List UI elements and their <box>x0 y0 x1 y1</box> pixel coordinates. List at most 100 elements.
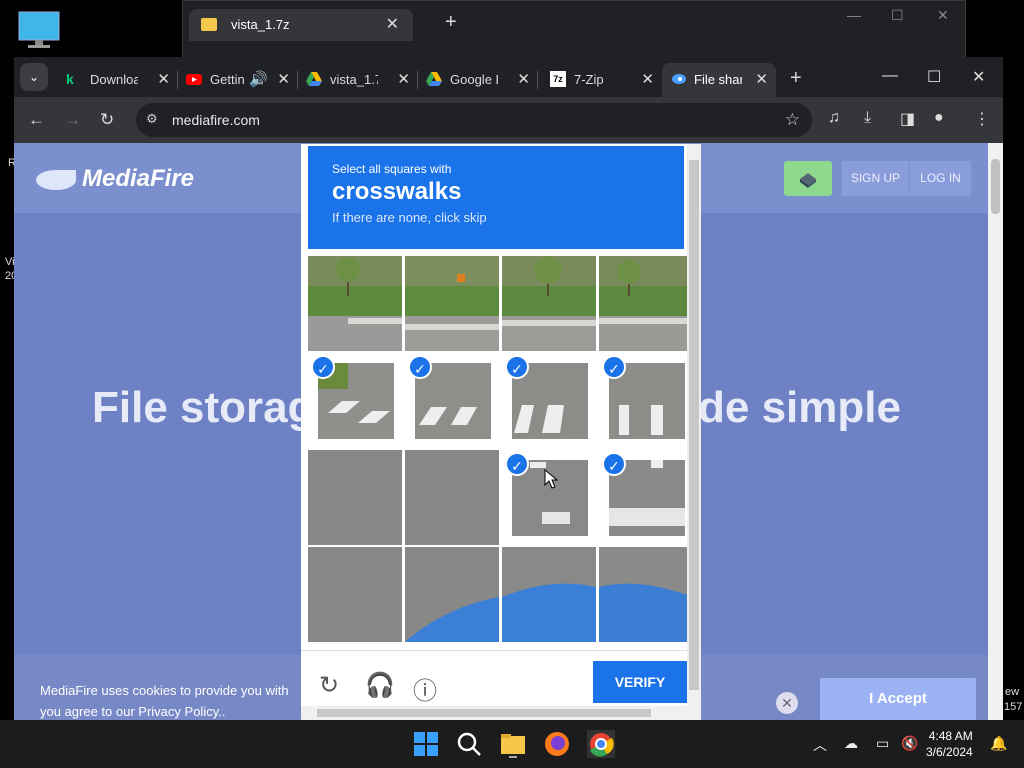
close-icon[interactable]: ✕ <box>277 70 290 88</box>
media-control-icon[interactable]: ♫ <box>828 109 840 127</box>
speaker-icon[interactable]: 🔊 <box>249 70 268 88</box>
upload-button[interactable] <box>784 161 832 196</box>
site-info-icon[interactable]: ⚙ <box>146 111 158 127</box>
new-tab-button[interactable]: + <box>790 67 802 90</box>
new-tab-button[interactable]: + <box>445 11 457 34</box>
back-button[interactable]: ← <box>28 110 45 130</box>
log-in-button[interactable]: LOG IN <box>910 161 971 196</box>
tab-search-button[interactable]: ⌄ <box>20 63 48 91</box>
tab-label: vista_1.7z <box>330 72 378 87</box>
minimize-button[interactable]: — <box>847 7 861 23</box>
tab-vista[interactable]: vista_1.7z ✕ <box>189 9 413 41</box>
reload-button[interactable]: ↻ <box>100 110 114 130</box>
bookmark-star-icon[interactable]: ☆ <box>785 110 800 130</box>
tab-label: 7-Zip <box>574 72 604 87</box>
profile-icon[interactable]: ● <box>934 109 944 127</box>
captcha-tile[interactable] <box>599 256 693 351</box>
volume-muted-icon[interactable]: 🔇 <box>901 735 918 752</box>
desktop-label: 157 <box>1004 701 1023 713</box>
tab-label: File sharing <box>694 72 742 87</box>
forward-button[interactable]: → <box>64 110 81 130</box>
scrollbar-thumb[interactable] <box>689 160 699 690</box>
captcha-scrollbar[interactable] <box>687 144 701 720</box>
folder-icon <box>201 18 217 31</box>
maximize-button[interactable]: ☐ <box>891 7 904 24</box>
tab-download[interactable]: k Download ✕ <box>58 63 178 97</box>
audio-icon[interactable]: 🎧 <box>365 671 395 700</box>
scrollbar-thumb[interactable] <box>991 159 1000 214</box>
hero-title-left: File storag <box>92 383 315 432</box>
windows-start-icon[interactable] <box>412 730 440 758</box>
check-icon: ✓ <box>408 355 432 379</box>
captcha-tile[interactable] <box>405 256 499 351</box>
info-icon[interactable]: ⓘ <box>413 671 437 706</box>
mouse-cursor-icon <box>544 469 558 489</box>
firefox-icon[interactable] <box>543 730 571 758</box>
file-explorer-icon[interactable] <box>499 730 527 758</box>
clock[interactable]: 4:48 AM 3/6/2024 <box>926 728 973 760</box>
scrollbar-thumb[interactable] <box>317 709 651 717</box>
drive-icon <box>306 71 322 87</box>
chevron-up-icon[interactable]: ︿ <box>813 735 827 755</box>
tab-separator <box>537 71 538 89</box>
close-icon[interactable]: ✕ <box>517 70 530 88</box>
captcha-horizontal-scrollbar[interactable] <box>301 706 687 720</box>
minimize-button[interactable]: — <box>882 67 898 85</box>
captcha-tile[interactable] <box>308 450 402 545</box>
captcha-tile[interactable] <box>599 547 693 642</box>
url-text[interactable]: mediafire.com <box>172 112 260 128</box>
captcha-tile[interactable] <box>308 547 402 642</box>
check-icon: ✓ <box>602 355 626 379</box>
check-icon: ✓ <box>505 355 529 379</box>
side-panel-icon[interactable]: ◨ <box>900 109 915 129</box>
close-icon[interactable]: ✕ <box>755 70 768 88</box>
captcha-target: crosswalks <box>332 178 462 205</box>
captcha-tile[interactable] <box>502 547 596 642</box>
mediafire-logo[interactable]: MediaFire <box>36 165 194 193</box>
captcha-tile[interactable] <box>405 547 499 642</box>
tab-youtube[interactable]: Getting 🔊 ✕ <box>178 63 298 97</box>
captcha-tile[interactable] <box>308 256 402 351</box>
captcha-tile[interactable] <box>405 450 499 545</box>
check-icon: ✓ <box>505 452 529 476</box>
mediafire-icon <box>670 71 686 87</box>
menu-icon[interactable]: ⋮ <box>974 109 990 129</box>
notification-bell-icon[interactable]: 🔔 <box>990 735 1007 752</box>
tab-strip: ⌄ k Download ✕ Getting 🔊 ✕ vista_1.7z ✕ … <box>14 57 1003 97</box>
check-icon: ✓ <box>602 452 626 476</box>
search-icon[interactable] <box>455 730 483 758</box>
chrome-icon[interactable] <box>587 730 615 758</box>
tab-vista-drive[interactable]: vista_1.7z ✕ <box>298 63 418 97</box>
tab-label: Google Dr <box>450 72 498 87</box>
maximize-button[interactable]: ☐ <box>927 67 941 87</box>
close-icon[interactable]: ✕ <box>386 14 399 34</box>
cloud-offline-icon[interactable]: ☁ <box>844 735 858 752</box>
close-icon[interactable]: ✕ <box>641 70 654 88</box>
tab-label: Download <box>90 72 138 87</box>
verify-button[interactable]: VERIFY <box>593 661 687 703</box>
close-icon[interactable]: ✕ <box>397 70 410 88</box>
background-browser-window[interactable]: vista_1.7z ✕ + — ☐ ✕ <box>182 0 966 58</box>
clock-date: 3/6/2024 <box>926 745 973 759</box>
tab-7zip[interactable]: 7z 7-Zip ✕ <box>542 63 662 97</box>
clock-time: 4:48 AM <box>928 729 973 743</box>
accept-cookies-button[interactable]: I Accept <box>820 678 976 720</box>
flame-icon <box>36 169 76 190</box>
network-icon[interactable]: ▭ <box>876 735 889 752</box>
download-icon[interactable]: ⤓ <box>864 109 871 127</box>
close-icon[interactable]: ✕ <box>776 692 798 714</box>
refresh-icon[interactable]: ↻ <box>319 671 339 700</box>
close-icon[interactable]: ✕ <box>157 70 170 88</box>
youtube-icon <box>186 71 202 87</box>
page-scrollbar[interactable] <box>988 143 1003 720</box>
tab-google-drive[interactable]: Google Dr ✕ <box>418 63 538 97</box>
tab-file-sharing[interactable]: File sharing ✕ <box>662 63 776 97</box>
close-window-button[interactable]: ✕ <box>937 7 949 24</box>
sign-up-button[interactable]: SIGN UP <box>842 161 909 196</box>
address-bar[interactable]: ⚙ mediafire.com ☆ <box>136 103 812 137</box>
browser-toolbar: ← → ↻ ⚙ mediafire.com ☆ ♫ ⤓ ◨ ● ⋮ <box>14 97 1003 143</box>
computer-icon[interactable] <box>18 10 60 50</box>
captcha-tile[interactable] <box>502 256 596 351</box>
close-window-button[interactable]: ✕ <box>972 67 985 87</box>
k-icon: k <box>66 71 74 87</box>
